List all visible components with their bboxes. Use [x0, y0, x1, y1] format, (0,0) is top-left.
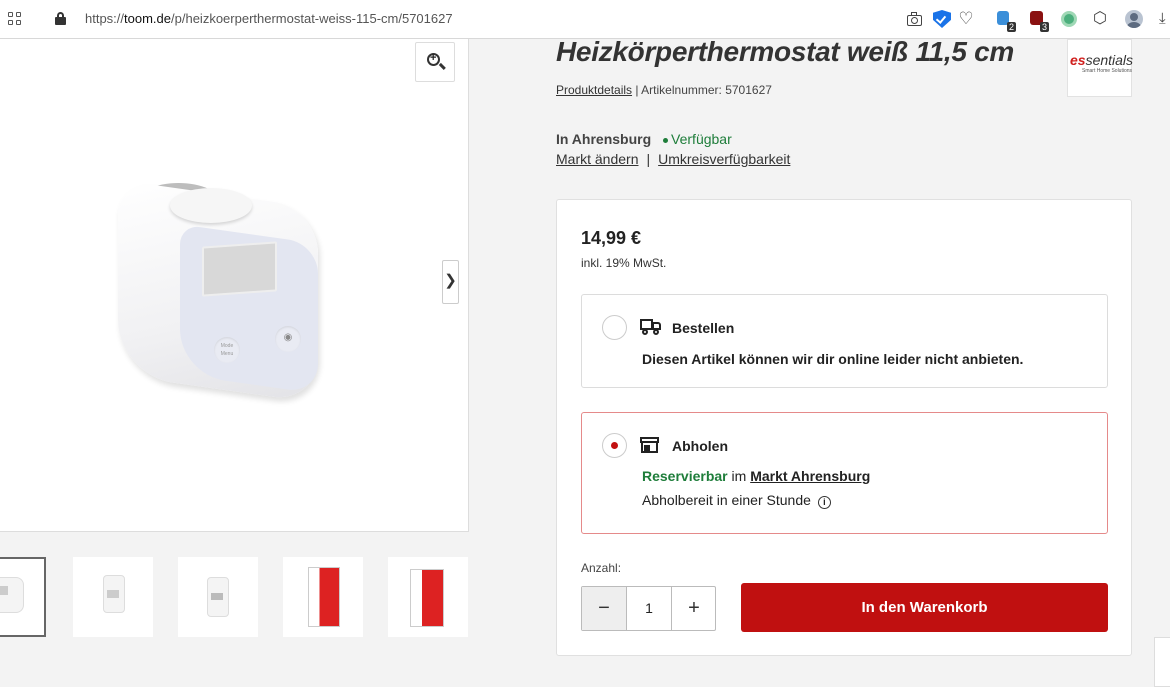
quantity-increase-button[interactable]: + — [672, 587, 716, 630]
quantity-input[interactable]: 1 — [627, 587, 672, 630]
product-details-link[interactable]: Produktdetails — [556, 83, 632, 97]
pickup-store-link[interactable]: Markt Ahrensburg — [750, 468, 870, 484]
reservable-label: Reservierbar — [642, 468, 728, 484]
product-meta: Produktdetails | Artikelnummer: 5701627 — [556, 83, 772, 97]
download-icon[interactable]: ⤓ — [1159, 10, 1170, 28]
extension-green-icon[interactable] — [1060, 10, 1078, 28]
extension-badge-count: 3 — [1039, 22, 1049, 32]
next-image-button[interactable]: ❯ — [442, 260, 459, 304]
vat-note: inkl. 19% MwSt. — [581, 256, 667, 270]
order-option[interactable]: Bestellen Diesen Artikel können wir dir … — [581, 294, 1108, 388]
brand-logo-prefix: es — [1070, 52, 1086, 68]
lock-icon[interactable] — [55, 12, 66, 25]
zoom-button[interactable] — [415, 42, 455, 82]
store-location: In Ahrensburg — [556, 131, 652, 147]
profile-avatar-icon[interactable] — [1125, 10, 1143, 28]
extensions-cube-icon[interactable]: ⬡ — [1091, 10, 1109, 28]
thumbnail-4[interactable] — [283, 557, 363, 637]
quantity-decrease-button[interactable]: − — [582, 587, 627, 630]
pickup-ready-line: Abholbereit in einer Stunde i — [642, 492, 831, 509]
url-path: /p/heizkoerperthermostat-weiss-115-cm/57… — [171, 11, 453, 26]
thermostat-mode-button-label: Mode Menu — [214, 337, 240, 363]
address-bar[interactable]: https://toom.de/p/heizkoerperthermostat-… — [85, 11, 453, 26]
store-links: Markt ändern | Umkreisverfügbarkeit — [556, 151, 790, 167]
info-icon[interactable]: i — [817, 496, 831, 509]
apps-grid-icon[interactable] — [8, 12, 22, 26]
chevron-right-icon: ❯ — [444, 272, 457, 289]
pickup-ready-text: Abholbereit in einer Stunde — [642, 492, 811, 508]
available-dot-icon — [663, 137, 669, 143]
url-prefix: https:// — [85, 11, 125, 26]
extension-badge-count: 2 — [1006, 22, 1016, 32]
article-number: | Artikelnummer: 5701627 — [635, 83, 772, 97]
price: 14,99 € — [581, 228, 642, 248]
availability-line: In Ahrensburg Verfügbar — [556, 131, 732, 147]
extension-blue-icon[interactable]: 2 — [995, 10, 1016, 32]
link-separator: | — [646, 151, 651, 167]
quantity-label: Anzahl: — [581, 561, 622, 575]
thumbnail-2[interactable] — [73, 557, 153, 637]
brand-logo-text: sentials — [1085, 52, 1134, 68]
thumbnail-3[interactable] — [178, 557, 258, 637]
url-host: toom.de — [124, 11, 172, 26]
browser-extension-icons: ♡ 2 3 ⬡ ⤓ — [905, 0, 1170, 39]
thumbnail-1[interactable] — [0, 557, 46, 637]
extension-red-icon[interactable]: 3 — [1028, 10, 1049, 32]
thermostat-dial-icon: ◉ — [275, 326, 301, 352]
availability-status: Verfügbar — [663, 131, 732, 147]
product-image-stage: Mode Menu ◉ ❯ — [0, 39, 469, 532]
pickup-option-title: Abholen — [672, 438, 728, 454]
brand-logo[interactable]: essentials Smart Home Solutions — [1067, 39, 1134, 97]
pickup-reserve-line: Reservierbar im Markt Ahrensburg — [642, 468, 870, 484]
product-main-image[interactable]: Mode Menu ◉ — [118, 179, 323, 404]
order-option-title: Bestellen — [672, 320, 735, 336]
change-store-link[interactable]: Markt ändern — [556, 151, 638, 167]
pickup-radio[interactable] — [602, 433, 627, 458]
brand-subtitle: Smart Home Solutions — [1082, 68, 1133, 74]
delivery-truck-icon — [640, 319, 662, 335]
thumbnail-5[interactable] — [388, 557, 468, 637]
security-shield-icon[interactable] — [933, 10, 951, 28]
add-to-cart-button[interactable]: In den Warenkorb — [741, 583, 1108, 632]
store-icon — [640, 437, 662, 453]
radius-availability-link[interactable]: Umkreisverfügbarkeit — [658, 151, 790, 167]
buy-box: 14,99 € inkl. 19% MwSt. Bestellen Diesen… — [556, 199, 1132, 656]
favorite-heart-icon[interactable]: ♡ — [957, 10, 975, 28]
chat-widget-edge[interactable] — [1154, 637, 1170, 687]
quantity-stepper: − 1 + — [581, 586, 716, 631]
order-radio[interactable] — [602, 315, 627, 340]
order-unavailable-text: Diesen Artikel können wir dir online lei… — [642, 351, 1024, 367]
product-title: Heizkörperthermostat weiß 11,5 cm — [556, 36, 1014, 67]
pickup-option[interactable]: Abholen Reservierbar im Markt Ahrensburg… — [581, 412, 1108, 534]
browser-toolbar: https://toom.de/p/heizkoerperthermostat-… — [0, 0, 1170, 39]
pickup-at-text: im — [731, 468, 747, 484]
screenshot-camera-icon[interactable] — [906, 10, 924, 28]
